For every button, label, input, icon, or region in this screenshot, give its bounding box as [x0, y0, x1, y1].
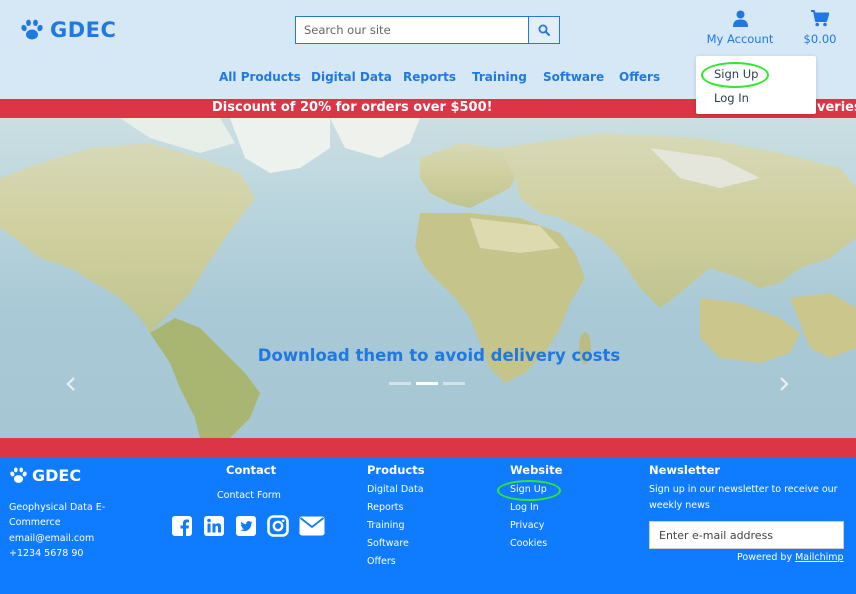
envelope-icon — [299, 516, 325, 536]
paw-icon — [10, 467, 27, 483]
footer-link-cookies[interactable]: Cookies — [510, 538, 547, 549]
logo-text: GDEC — [50, 18, 117, 42]
search-button[interactable] — [529, 16, 560, 44]
carousel-indicators — [389, 382, 465, 385]
shopping-cart-icon — [811, 10, 830, 27]
instagram-link[interactable] — [267, 515, 289, 537]
newsletter-email-input[interactable] — [649, 521, 844, 549]
carousel-indicator-1[interactable] — [389, 382, 411, 385]
site-logo[interactable]: GDEC — [20, 18, 116, 42]
chevron-left-icon — [66, 377, 75, 391]
contact-heading: Contact — [226, 463, 277, 477]
footer-link-software[interactable]: Software — [367, 538, 409, 549]
footer-link-sign-up[interactable]: Sign Up — [510, 484, 547, 495]
nav-all-products[interactable]: All Products — [219, 70, 301, 84]
products-heading: Products — [367, 463, 425, 477]
promo-text-next: veries — [817, 100, 856, 115]
nav-offers[interactable]: Offers — [619, 70, 660, 84]
contact-form-link[interactable]: Contact Form — [217, 490, 281, 501]
newsletter-text-line1: Sign up in our newsletter to receive our — [649, 484, 838, 495]
account-dropdown: Sign Up Log In — [696, 56, 816, 114]
mailchimp-link[interactable]: Mailchimp — [795, 552, 843, 563]
cart-total: $0.00 — [803, 32, 837, 46]
carousel-indicator-3[interactable] — [443, 382, 465, 385]
company-name-line2: Commerce — [9, 517, 61, 528]
my-account-button[interactable]: My Account — [703, 10, 777, 46]
instagram-icon — [267, 515, 289, 537]
newsletter-text-line2: weekly news — [649, 500, 710, 511]
contact-email: email@email.com — [9, 533, 95, 544]
chevron-right-icon — [780, 377, 789, 391]
contact-phone: +1234 5678 90 — [9, 548, 84, 559]
twitter-link[interactable] — [235, 515, 257, 537]
footer-link-log-in[interactable]: Log In — [510, 502, 539, 513]
footer-link-privacy[interactable]: Privacy — [510, 520, 544, 531]
nav-software[interactable]: Software — [543, 70, 604, 84]
paw-icon — [21, 19, 43, 40]
my-account-label: My Account — [706, 32, 774, 46]
user-icon — [732, 10, 748, 27]
dropdown-sign-up[interactable]: Sign Up — [714, 67, 758, 81]
promo-text: Discount of 20% for orders over $500! — [212, 100, 493, 115]
search-input[interactable] — [295, 16, 529, 44]
footer-logo-text: GDEC — [32, 466, 82, 485]
site-footer: GDEC Geophysical Data E- Commerce email@… — [0, 457, 856, 594]
footer-link-training[interactable]: Training — [367, 520, 405, 531]
hero-caption: Download them to avoid delivery costs — [257, 346, 621, 365]
hero-carousel: Download them to avoid delivery costs — [0, 118, 856, 438]
world-map-image — [0, 118, 856, 438]
email-link[interactable] — [299, 516, 325, 536]
footer-link-reports[interactable]: Reports — [367, 502, 403, 513]
website-heading: Website — [510, 463, 563, 477]
powered-by: Powered by Mailchimp — [737, 552, 844, 563]
nav-training[interactable]: Training — [472, 70, 527, 84]
cart-button[interactable]: $0.00 — [800, 10, 840, 46]
nav-digital-data[interactable]: Digital Data — [311, 70, 392, 84]
search-icon — [538, 24, 550, 36]
social-links — [171, 515, 325, 537]
footer-link-digital-data[interactable]: Digital Data — [367, 484, 424, 495]
newsletter-heading: Newsletter — [649, 463, 721, 477]
nav-reports[interactable]: Reports — [403, 70, 456, 84]
linkedin-icon — [204, 516, 224, 536]
carousel-prev-button[interactable] — [61, 374, 81, 394]
search-bar — [295, 16, 560, 44]
facebook-icon — [172, 516, 192, 536]
dropdown-log-in[interactable]: Log In — [714, 91, 749, 105]
footer-red-band — [0, 438, 856, 457]
carousel-indicator-2[interactable] — [416, 382, 438, 385]
facebook-link[interactable] — [171, 515, 193, 537]
linkedin-link[interactable] — [203, 515, 225, 537]
carousel-next-button[interactable] — [774, 374, 794, 394]
twitter-icon — [236, 516, 256, 536]
footer-logo[interactable]: GDEC — [9, 466, 81, 485]
company-name-line1: Geophysical Data E- — [9, 502, 106, 513]
footer-link-offers[interactable]: Offers — [367, 556, 396, 567]
powered-by-prefix: Powered by — [737, 552, 796, 563]
